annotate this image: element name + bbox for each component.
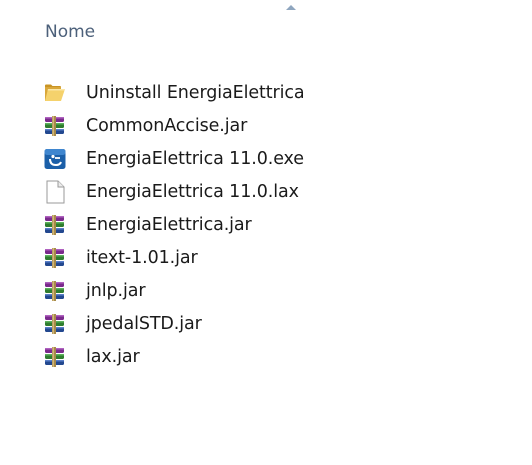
- file-name: jnlp.jar: [86, 280, 146, 301]
- file-name: EnergiaElettrica.jar: [86, 214, 252, 235]
- file-row-energiaelettrica-jar[interactable]: EnergiaElettrica.jar: [44, 208, 514, 241]
- file-row-jpedalstd-jar[interactable]: jpedalSTD.jar: [44, 307, 514, 340]
- winrar-archive-icon: [44, 114, 70, 138]
- file-row-energiaelettrica-exe[interactable]: EnergiaElettrica 11.0.exe: [44, 142, 514, 175]
- file-row-uninstall-folder[interactable]: Uninstall EnergiaElettrica: [44, 76, 514, 109]
- winrar-archive-icon: [44, 279, 70, 303]
- file-name: EnergiaElettrica 11.0.lax: [86, 181, 299, 202]
- cursor-highlight: [287, 280, 319, 312]
- file-name: jpedalSTD.jar: [86, 313, 202, 334]
- column-header-name[interactable]: Nome: [0, 0, 532, 64]
- winrar-archive-icon: [44, 246, 70, 270]
- file-name: CommonAccise.jar: [86, 115, 248, 136]
- folder-icon: [44, 81, 70, 105]
- file-row-lax-jar[interactable]: lax.jar: [44, 340, 514, 373]
- file-name: EnergiaElettrica 11.0.exe: [86, 148, 304, 169]
- file-name: Uninstall EnergiaElettrica: [86, 82, 305, 103]
- winrar-archive-icon: [44, 213, 70, 237]
- column-header-name-label: Nome: [45, 22, 96, 42]
- file-list: Uninstall EnergiaElettrica CommonAccise.…: [44, 76, 514, 373]
- generic-file-icon: [44, 180, 70, 204]
- winrar-archive-icon: [44, 312, 70, 336]
- file-row-commonaccise-jar[interactable]: CommonAccise.jar: [44, 109, 514, 142]
- winrar-archive-icon: [44, 345, 70, 369]
- file-list-pane: Nome Uninstall EnergiaElettrica CommonAc…: [0, 0, 532, 465]
- file-name: lax.jar: [86, 346, 140, 367]
- file-row-itext-jar[interactable]: itext-1.01.jar: [44, 241, 514, 274]
- file-row-energiaelettrica-lax[interactable]: EnergiaElettrica 11.0.lax: [44, 175, 514, 208]
- file-name: itext-1.01.jar: [86, 247, 198, 268]
- sort-ascending-icon: [286, 5, 296, 10]
- installer-exe-icon: [44, 147, 70, 171]
- file-row-jnlp-jar[interactable]: jnlp.jar: [44, 274, 514, 307]
